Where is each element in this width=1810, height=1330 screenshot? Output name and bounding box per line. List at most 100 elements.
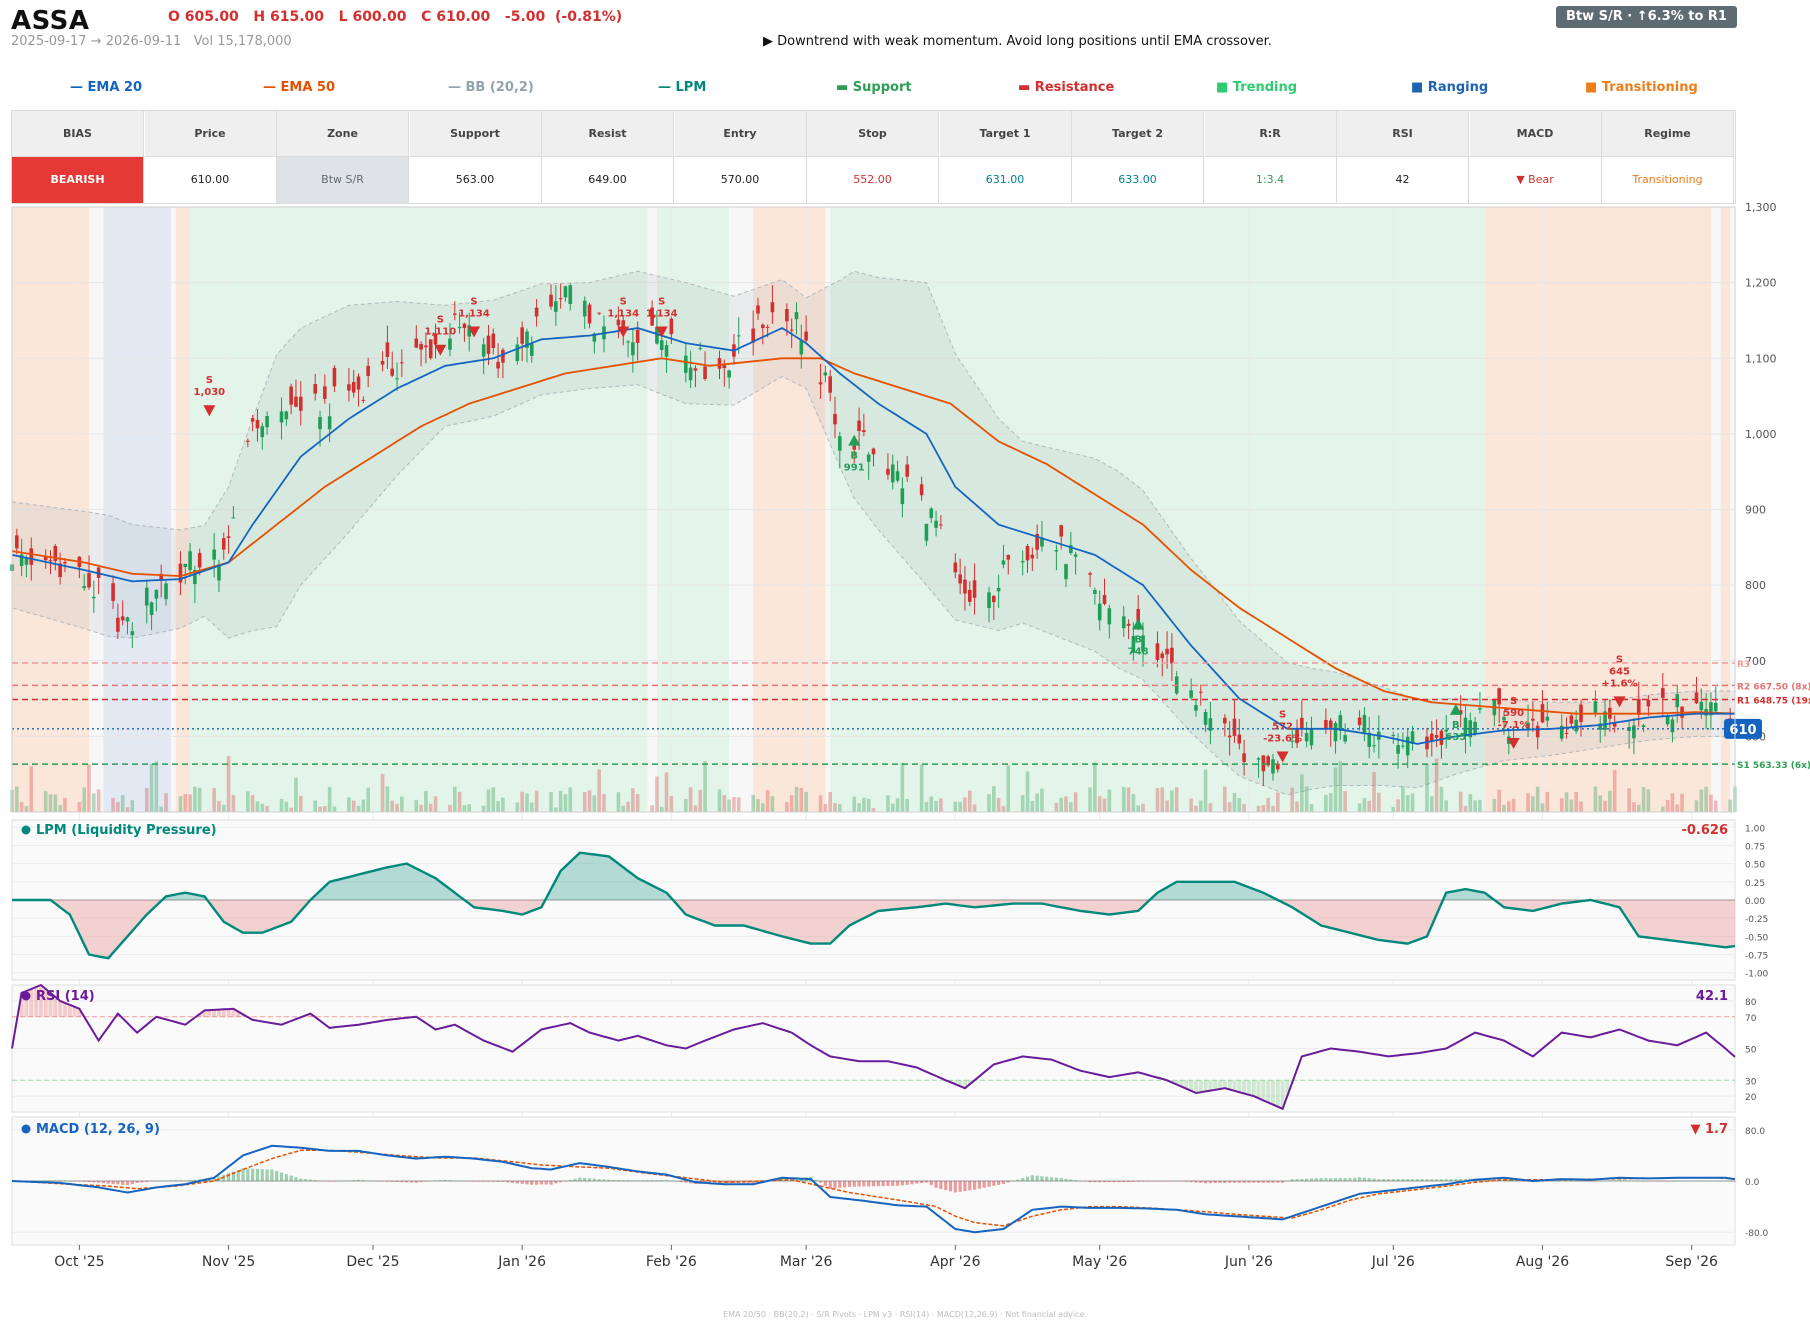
macd-histogram-bar [1377,1179,1381,1181]
volume-bar [486,789,491,812]
candle-body [693,368,698,371]
volume-bar [1203,769,1208,812]
signal-label: -23.6% [1263,734,1302,745]
macd-histogram-bar [260,1169,264,1181]
volume-bar [534,790,539,812]
macd-histogram-bar [891,1181,895,1186]
macd-histogram-bar [621,1180,625,1181]
candle-body [828,376,832,393]
macd-histogram-bar [1733,1181,1737,1182]
volume-bar [1025,771,1030,812]
volume-bar [525,793,529,812]
volume-bar [1242,804,1246,812]
lpm-title: LPM (Liquidity Pressure) [36,823,217,838]
candle-body [462,323,467,329]
macd-histogram-bar [1396,1179,1400,1181]
date-axis-tick: Jan '26 [497,1254,546,1270]
candle-body [1054,550,1059,552]
macd-histogram-bar [462,1181,467,1182]
macd-histogram-bar [530,1181,534,1185]
macd-histogram-bar [968,1181,972,1191]
candle-body [890,464,895,483]
macd-axis-tick: 0.0 [1745,1178,1760,1188]
macd-histogram-bar [1324,1178,1328,1181]
macd-histogram-bar [1300,1178,1304,1181]
volume-bar [1131,793,1136,812]
candle-body [616,319,621,326]
volume-bar [1194,805,1198,812]
macd-histogram-bar [1343,1178,1347,1181]
macd-histogram-bar [279,1172,284,1181]
price-axis-tick: 1,300 [1745,201,1777,214]
macd-histogram-bar [313,1180,317,1181]
volume-bar [1502,805,1506,812]
candle-body [963,579,967,594]
volume-bar [1333,767,1338,812]
volume-bar [1463,806,1468,812]
candle-body [332,367,337,387]
macd-histogram-bar [1131,1181,1135,1182]
macd-histogram-bar [1718,1180,1723,1182]
signal-label: 1,134 [607,309,639,320]
macd-histogram-bar [616,1180,621,1181]
volume-bar [77,802,82,812]
candle-body [953,562,958,573]
macd-histogram-bar [1406,1179,1410,1181]
macd-histogram-bar [944,1181,948,1191]
macd-histogram-bar [1228,1181,1232,1183]
candle-body [212,549,216,560]
candle-body [1155,643,1160,660]
candle-body [1001,560,1006,565]
candle-body [501,349,505,363]
macd-histogram-bar [1348,1178,1352,1181]
candle-body [1256,758,1261,760]
candle-body [414,338,419,348]
volume-bar [366,787,370,812]
rsi-axis-tick: 50 [1745,1046,1757,1056]
macd-histogram-bar [929,1181,933,1186]
date-axis-tick: Sep '26 [1665,1254,1718,1270]
volume-bar [871,807,876,812]
lpm-axis-tick: 1.00 [1745,824,1765,834]
volume-bar [1136,805,1141,812]
candle-body [785,308,789,322]
volume-bar [1324,794,1328,812]
volume-bar [992,786,996,812]
date-axis-tick: Feb '26 [646,1254,697,1270]
macd-histogram-bar [1728,1180,1732,1182]
macd-histogram-bar [1170,1181,1174,1182]
macd-histogram-bar [1083,1181,1087,1182]
macd-histogram-bar [424,1181,428,1182]
volume-bar [939,798,943,812]
volume-bar [761,803,765,812]
candle-body [1059,525,1064,537]
macd-histogram-bar [1401,1179,1405,1181]
candle-body [130,631,135,636]
candle-body [289,386,293,405]
candle-body [1372,745,1376,747]
macd-histogram-bar [1151,1181,1155,1182]
rsi-axis-tick: 70 [1745,1014,1757,1024]
candle-body [1540,704,1545,723]
volume-bar [650,805,654,812]
volume-bar [1473,800,1477,812]
volume-bar [159,806,163,812]
candle-body [1020,561,1025,563]
volume-bar [390,800,395,812]
volume-bar [919,764,924,812]
rsi-value: 42.1 [1696,989,1728,1004]
macd-histogram-bar [1126,1181,1131,1182]
macd-histogram-bar [669,1180,673,1182]
candle-body [1396,745,1400,754]
candle-body [313,384,318,394]
macd-histogram-bar [631,1180,635,1181]
volume-bar [905,798,909,812]
level-label: R3 [1737,660,1750,670]
macd-histogram-bar [1242,1181,1246,1183]
volume-bar [1126,787,1131,812]
candle-body [197,552,202,568]
macd-histogram-bar [1165,1181,1169,1182]
macd-histogram-bar [578,1177,582,1181]
candle-body [852,445,857,450]
candle-body [452,313,457,315]
